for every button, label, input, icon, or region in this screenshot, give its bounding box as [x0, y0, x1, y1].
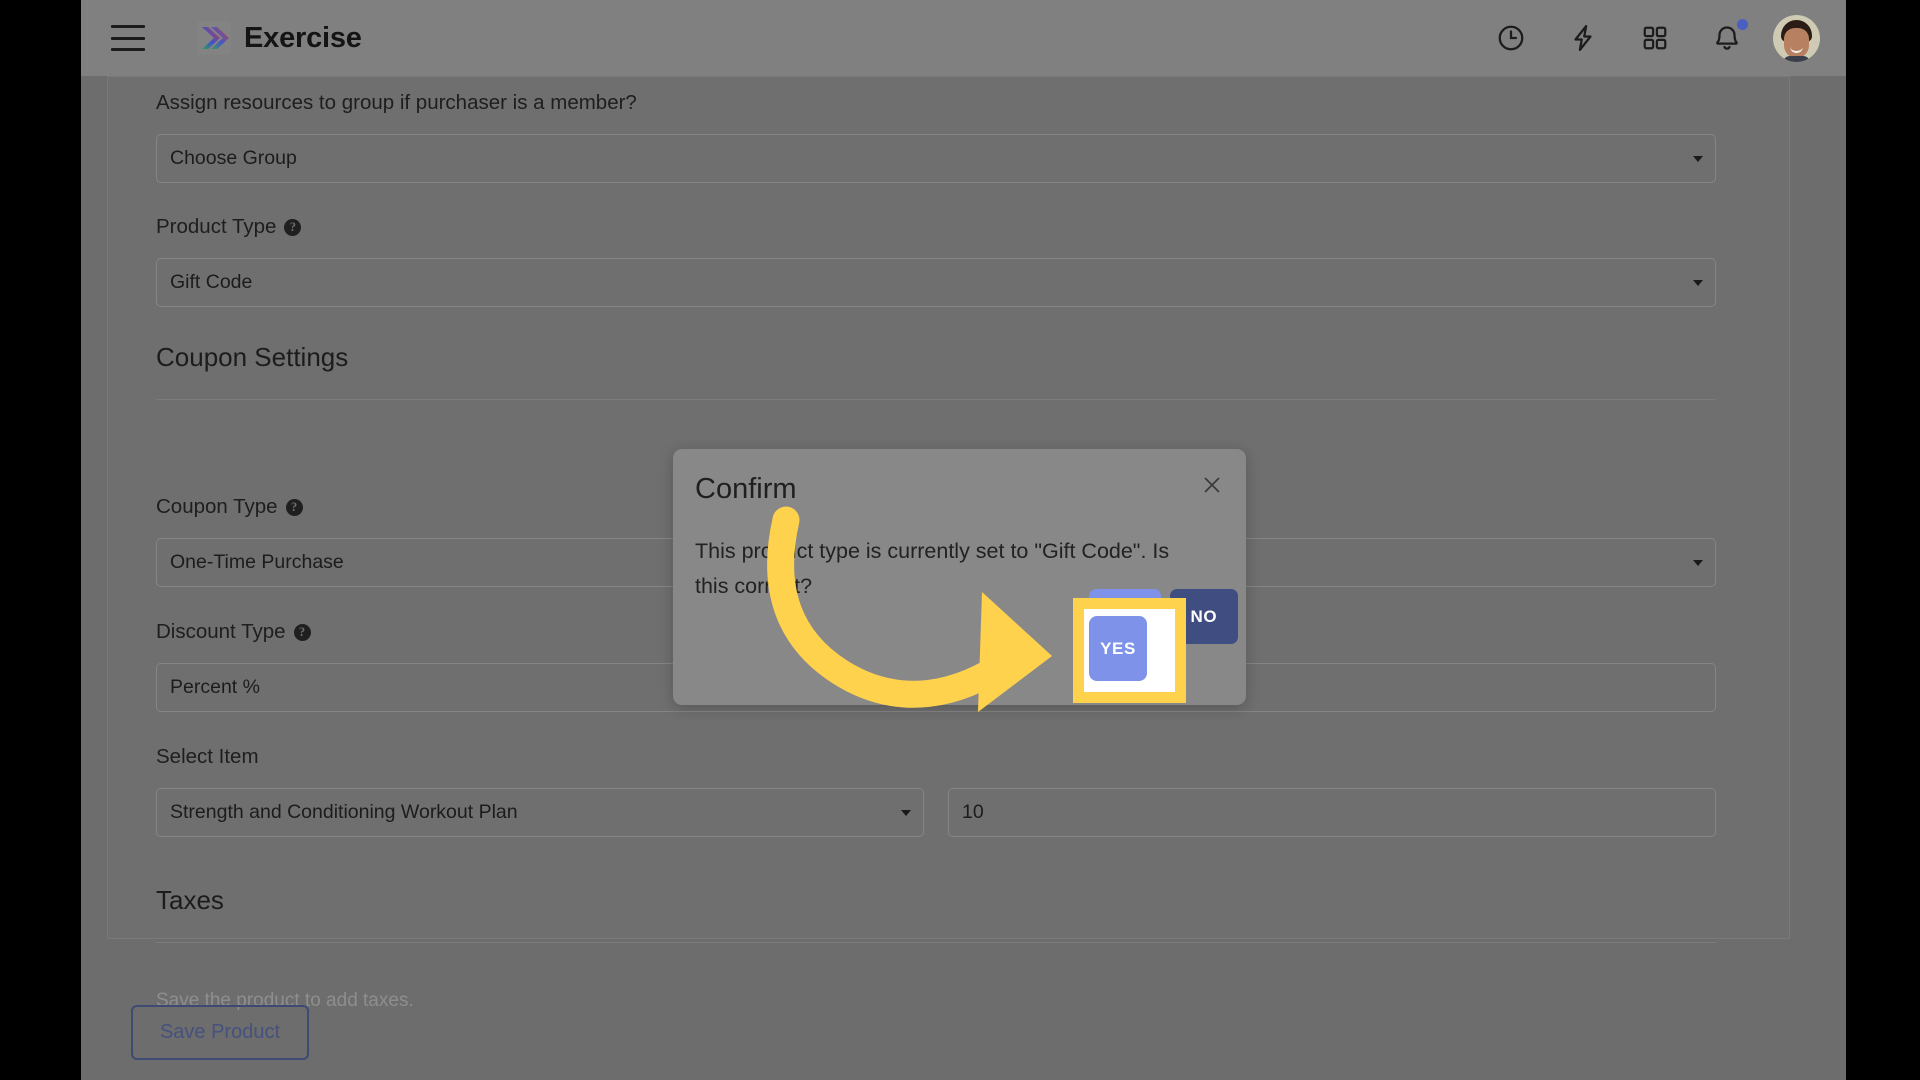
lightning-bolt-icon[interactable]	[1567, 22, 1599, 54]
bell-icon[interactable]	[1711, 19, 1748, 54]
confirm-modal: Confirm This product type is currently s…	[673, 449, 1246, 705]
apps-grid-icon[interactable]	[1639, 22, 1671, 54]
chevron-down-icon	[901, 810, 911, 816]
taxes-note: Save the product to add taxes.	[156, 990, 414, 1011]
avatar[interactable]	[1773, 14, 1820, 62]
field-select-item-row: Select Item Strength and Conditioning Wo…	[156, 745, 1716, 837]
help-icon-product-type[interactable]: ?	[284, 218, 302, 236]
product-type-label-text: Product Type	[156, 215, 277, 238]
coupon-type-label-text: Coupon Type	[156, 495, 278, 518]
hamburger-menu-icon[interactable]	[111, 25, 145, 51]
select-item-select[interactable]: Strength and Conditioning Workout Plan	[156, 787, 924, 837]
select-item-row-controls: Strength and Conditioning Workout Plan 1…	[156, 787, 1716, 837]
select-item-label-text: Select Item	[156, 745, 259, 768]
field-product-type: Product Type ? Gift Code	[156, 215, 1716, 307]
app-logo-icon	[197, 21, 231, 55]
discount-type-label-text: Discount Type	[156, 620, 286, 643]
select-item-label: Select Item	[156, 745, 1716, 768]
modal-title: Confirm	[695, 473, 797, 505]
chevron-down-icon	[1693, 280, 1703, 286]
taxes-section: Taxes Save the product to add taxes.	[156, 887, 1716, 1012]
quantity-value: 10	[962, 800, 984, 823]
coupon-type-value: One-Time Purchase	[170, 550, 344, 573]
screen: Exercise Assign resources to group if pu…	[0, 0, 1920, 1080]
notification-badge-dot	[1737, 19, 1748, 30]
help-icon-discount-type[interactable]: ?	[293, 623, 311, 641]
header-icon-group	[1495, 19, 1748, 54]
assign-group-label: Assign resources to group if purchaser i…	[156, 91, 1716, 114]
highlighted-yes-button[interactable]: YES	[1089, 616, 1147, 681]
field-assign-group: Assign resources to group if purchaser i…	[156, 91, 1716, 183]
brand-name: Exercise	[244, 21, 362, 54]
assign-group-label-text: Assign resources to group if purchaser i…	[156, 91, 637, 114]
section-divider	[156, 399, 1716, 400]
assign-group-select[interactable]: Choose Group	[156, 133, 1716, 183]
avatar-shoulders	[1783, 55, 1810, 62]
close-icon[interactable]	[1198, 471, 1226, 499]
coupon-settings-section: Coupon Settings	[156, 344, 1716, 400]
taxes-divider	[156, 942, 1716, 943]
avatar-face	[1784, 27, 1809, 58]
save-product-button[interactable]: Save Product	[131, 1005, 309, 1060]
confirm-no-button[interactable]: NO	[1169, 589, 1238, 644]
chevron-down-icon	[1693, 560, 1703, 566]
assign-group-value: Choose Group	[170, 146, 297, 169]
select-item-value: Strength and Conditioning Workout Plan	[170, 800, 518, 823]
app-header: Exercise	[81, 0, 1846, 76]
product-type-value: Gift Code	[170, 270, 253, 293]
discount-type-value: Percent %	[170, 675, 260, 698]
brand[interactable]: Exercise	[197, 21, 362, 55]
taxes-title: Taxes	[156, 885, 224, 915]
help-icon-coupon-type[interactable]: ?	[285, 498, 303, 516]
product-type-select[interactable]: Gift Code	[156, 257, 1716, 307]
clock-icon[interactable]	[1495, 22, 1527, 54]
product-type-label: Product Type ?	[156, 215, 1716, 238]
application-window: Exercise Assign resources to group if pu…	[81, 0, 1846, 1080]
coupon-settings-title: Coupon Settings	[156, 342, 349, 372]
quantity-input[interactable]: 10	[948, 787, 1716, 837]
chevron-down-icon	[1693, 156, 1703, 162]
